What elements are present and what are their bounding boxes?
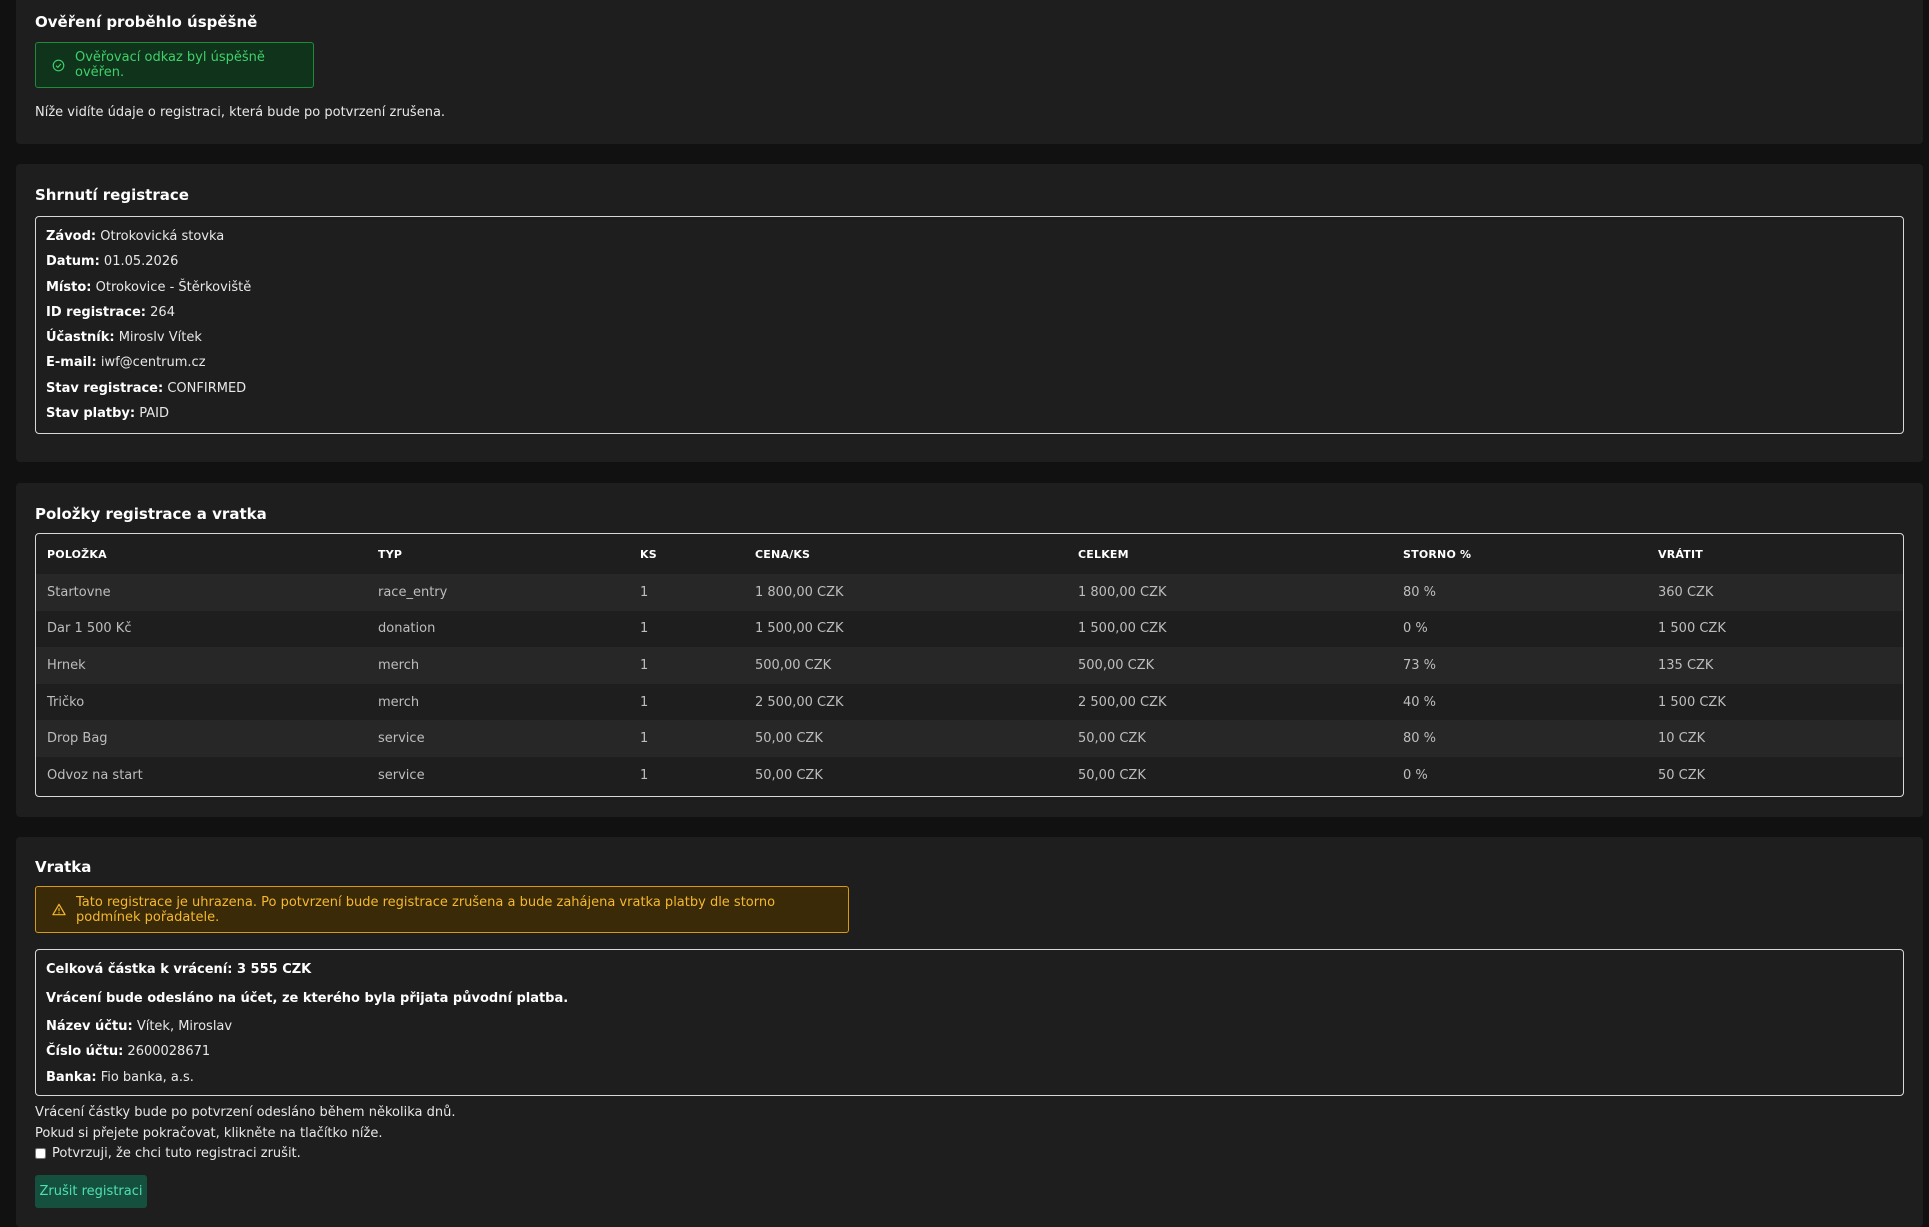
warning-alert-text: Tato registrace je uhrazena. Po potvrzen… — [76, 894, 776, 925]
summary-field-date: Datum: 01.05.2026 — [46, 254, 179, 270]
success-alert: Ověřovací odkaz byl úspěšně ověřen. — [35, 42, 314, 88]
summary-field-registration-id: ID registrace: 264 — [46, 304, 175, 320]
column-header-storno: STORNO % — [1403, 547, 1472, 561]
refund-note-timing: Vrácení částky bude po potvrzení odeslán… — [35, 1105, 456, 1120]
column-header-quantity: KS — [640, 547, 657, 561]
cancel-registration-button[interactable]: Zrušit registraci — [35, 1175, 147, 1208]
column-header-item: POLOŽKA — [47, 547, 107, 561]
refund-account-name: Název účtu: Vítek, Miroslav — [46, 1019, 233, 1034]
table-row: Dar 1 500 Kč donation 1 1 500,00 CZK 1 500,0… — [47, 621, 1726, 637]
column-header-total: CELKEM — [1078, 547, 1129, 561]
items-card: Položky registrace a vratka POLOŽKA TYP … — [16, 483, 1923, 817]
table-row: Odvoz na start service 1 50,00 CZK 50,00 CZK… — [47, 767, 1706, 783]
verification-title: Ověření proběhlo úspěšně — [35, 13, 258, 31]
refund-account-note: Vrácení bude odesláno na účet, ze kteréh… — [46, 991, 569, 1006]
table-row: Hrnek merch 1 500,00 CZK 500,00 CZK 73 % 135 C… — [36, 647, 1903, 684]
refund-account-number: Číslo účtu: 2600028671 — [46, 1044, 211, 1060]
refund-bank: Banka: Fio banka, a.s. — [46, 1069, 194, 1085]
refund-note-continue: Pokud si přejete pokračovat, klikněte na… — [35, 1126, 383, 1141]
summary-box: Závod: Otrokovická stovka Datum: 01.05.2… — [35, 216, 1904, 434]
summary-field-race: Závod: Otrokovická stovka — [46, 229, 225, 244]
summary-card: Shrnutí registrace Závod: Otrokovická st… — [16, 164, 1923, 462]
summary-field-place: Místo: Otrokovice - Štěrkoviště — [46, 279, 252, 295]
refund-card: Vratka Tato registrace je uhrazena. Po p… — [16, 837, 1923, 1227]
refund-details-box: Celková částka k vrácení: 3 555 CZK Vrác… — [35, 949, 1904, 1096]
table-row: Drop Bag service 1 50,00 CZK 50,00 CZK 80 % 10… — [36, 720, 1903, 757]
refund-title: Vratka — [35, 858, 92, 876]
check-circle-icon — [52, 59, 65, 72]
summary-field-email: E-mail: iwf@centrum.cz — [46, 355, 206, 371]
refund-total: Celková částka k vrácení: 3 555 CZK — [46, 962, 312, 977]
summary-field-registration-status: Stav registrace: CONFIRMED — [46, 380, 247, 396]
success-alert-text: Ověřovací odkaz byl úspěšně ověřen. — [75, 50, 265, 80]
items-table: POLOŽKA TYP KS CENA/KS CELKEM STORNO % V… — [36, 534, 1903, 794]
column-header-refund: VRÁTIT — [1658, 547, 1703, 561]
verification-info: Níže vidíte údaje o registraci, která bu… — [35, 105, 446, 120]
column-header-type: TYP — [378, 547, 403, 561]
table-header-row: POLOŽKA TYP KS CENA/KS CELKEM STORNO % V… — [36, 534, 1903, 574]
table-row: Tričko merch 1 2 500,00 CZK 2 500,00 CZK 40 %… — [47, 694, 1726, 710]
warning-triangle-icon — [52, 903, 66, 916]
confirm-checkbox[interactable] — [35, 1148, 46, 1159]
summary-field-payment-status: Stav platby: PAID — [46, 406, 169, 422]
confirm-checkbox-label: Potvrzuji, že chci tuto registraci zruši… — [52, 1146, 301, 1161]
warning-alert: Tato registrace je uhrazena. Po potvrzen… — [35, 886, 849, 933]
column-header-unit-price: CENA/KS — [755, 547, 811, 561]
items-table-box: POLOŽKA TYP KS CENA/KS CELKEM STORNO % V… — [35, 533, 1904, 797]
summary-field-participant: Účastník: Miroslv Vítek — [46, 330, 202, 346]
items-title: Položky registrace a vratka — [35, 505, 267, 523]
verification-card: Ověření proběhlo úspěšně Ověřovací odkaz… — [16, 0, 1923, 144]
confirm-checkbox-row[interactable]: Potvrzuji, že chci tuto registraci zruši… — [35, 1146, 301, 1161]
summary-title: Shrnutí registrace — [35, 186, 189, 204]
table-row: Startovne race_entry 1 1 800,00 CZK 1 800,00… — [36, 574, 1903, 611]
